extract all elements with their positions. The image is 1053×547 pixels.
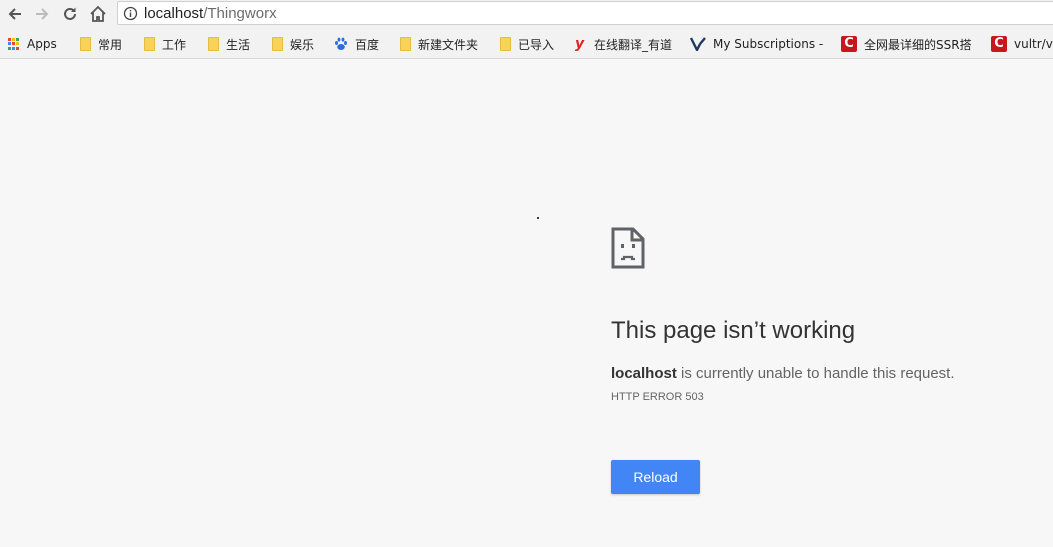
url-text: localhost/Thingworx [144, 5, 277, 22]
bookmark-folder-changyong[interactable]: 常用 [80, 36, 122, 52]
url-host: localhost [144, 5, 204, 22]
folder-icon [272, 37, 283, 51]
folder-icon [500, 37, 511, 51]
bookmark-label: My Subscriptions - [713, 37, 824, 51]
reload-icon [64, 7, 76, 20]
back-arrow-icon [8, 8, 21, 20]
folder-icon [208, 37, 219, 51]
folder-icon [144, 37, 155, 51]
error-host: localhost [611, 365, 677, 382]
sad-document-icon [611, 227, 645, 269]
bookmark-label: Apps [27, 37, 57, 51]
bookmark-apps[interactable]: Apps [8, 36, 57, 52]
info-icon[interactable] [123, 6, 138, 21]
bookmark-label: 工作 [162, 37, 187, 52]
browser-toolbar: localhost/Thingworx [0, 0, 1053, 28]
forward-arrow-icon [36, 8, 49, 20]
url-path: /Thingworx [203, 5, 277, 22]
home-icon [90, 5, 106, 22]
bookmark-folder-gongzuo[interactable]: 工作 [144, 36, 186, 52]
error-message: localhost is currently unable to handle … [611, 365, 955, 382]
bookmark-label: 百度 [355, 37, 380, 52]
bookmark-ssr-guide[interactable]: C 全网最详细的SSR搭 [841, 36, 972, 52]
bookmark-my-subscriptions[interactable]: My Subscriptions - [690, 36, 823, 52]
youdao-icon: y [575, 36, 585, 52]
forward-button[interactable] [31, 3, 53, 25]
stray-pixel [537, 217, 539, 219]
bookmark-label: 常用 [98, 37, 123, 52]
reload-button[interactable]: Reload [611, 460, 700, 494]
address-bar[interactable]: localhost/Thingworx [117, 1, 1053, 25]
bookmark-baidu[interactable]: 百度 [334, 36, 379, 52]
bookmark-folder-xinjian[interactable]: 新建文件夹 [400, 36, 478, 52]
bookmark-label: 在线翻译_有道 [594, 37, 673, 52]
bookmark-folder-shenghuo[interactable]: 生活 [208, 36, 250, 52]
bookmarks-bar: Apps 常用 工作 生活 娱乐 百度 新建文件夹 已导入 y 在线翻译_有道 [0, 28, 1053, 59]
bookmark-label: 全网最详细的SSR搭 [864, 37, 972, 52]
reload-toolbar-button[interactable] [59, 3, 81, 25]
error-message-text: is currently unable to handle this reque… [676, 365, 955, 382]
folder-icon [80, 37, 91, 51]
bookmark-label: vultr/v [1014, 37, 1053, 51]
bookmark-label: 新建文件夹 [418, 37, 479, 52]
bookmark-label: 娱乐 [290, 37, 315, 52]
home-button[interactable] [87, 3, 109, 25]
bookmark-label: 生活 [226, 37, 251, 52]
bookmark-youdao[interactable]: y 在线翻译_有道 [575, 36, 672, 52]
baidu-paw-icon [335, 37, 347, 50]
error-title: This page isn’t working [611, 317, 856, 344]
bookmark-label: 已导入 [518, 37, 555, 52]
bookmark-folder-yule[interactable]: 娱乐 [272, 36, 314, 52]
csdn-icon: C [991, 36, 1007, 52]
back-button[interactable] [4, 3, 26, 25]
bookmark-vultr[interactable]: C vultr/v [991, 36, 1053, 52]
folder-icon [400, 37, 411, 51]
apps-grid-icon [8, 38, 20, 50]
error-code: HTTP ERROR 503 [611, 391, 704, 403]
v-logo-icon [690, 37, 706, 51]
bookmark-folder-imported[interactable]: 已导入 [500, 36, 554, 52]
csdn-icon: C [841, 36, 857, 52]
